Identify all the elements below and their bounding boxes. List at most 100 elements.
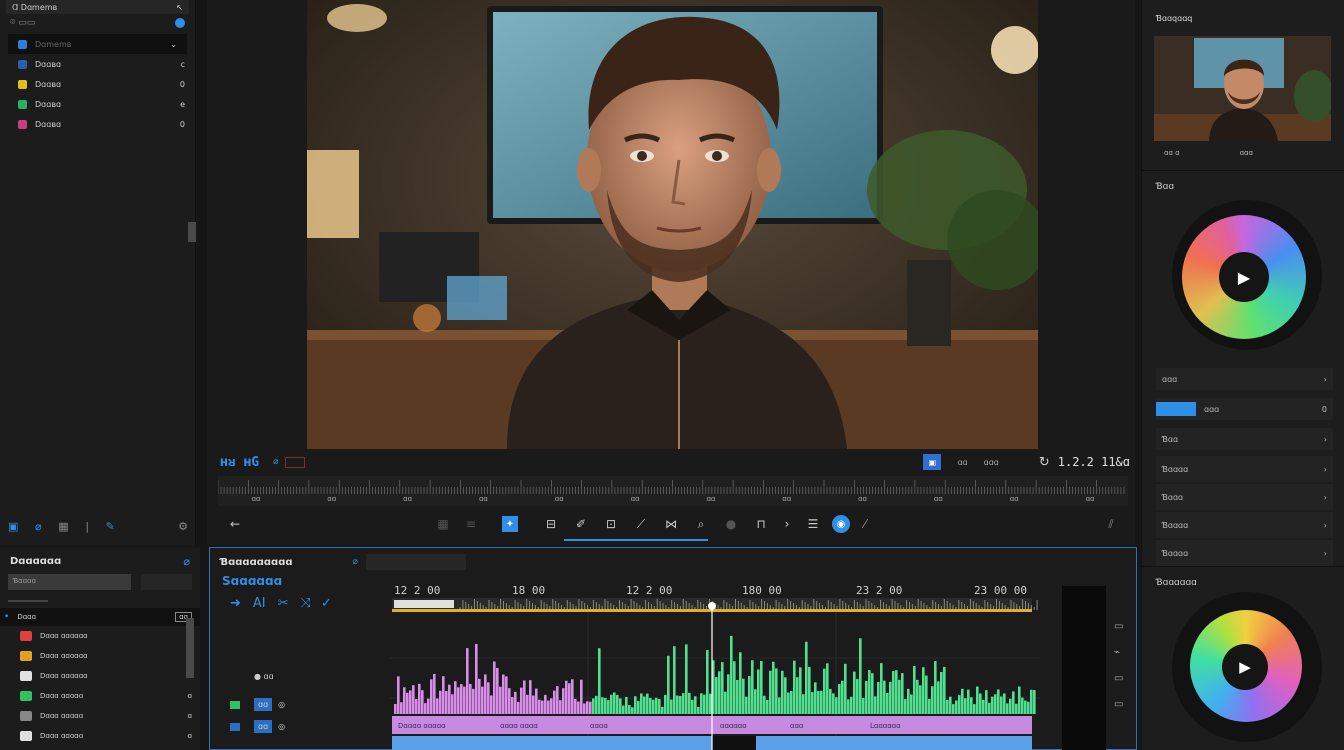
more-icon[interactable]: ⁄ (856, 515, 874, 533)
trim-tool-icon[interactable]: ⊟ (542, 515, 560, 533)
record-indicator[interactable] (284, 456, 305, 468)
frame-icon[interactable]: ▦ (434, 515, 452, 533)
slip-icon[interactable]: ⤨ (301, 596, 311, 611)
waveform-bar (967, 689, 970, 714)
inspector-row[interactable]: Ɓɑɑɑ › (1156, 484, 1333, 510)
in-out-range[interactable] (394, 600, 454, 608)
link-icon[interactable]: ⌁ (1114, 640, 1123, 666)
select-tool-icon[interactable]: ✦ (502, 516, 518, 532)
inspector-row[interactable]: Ɓɑɑɑɑ › (1156, 512, 1333, 538)
play-button[interactable]: ▶ (1222, 644, 1268, 690)
mute-icon[interactable]: ◎ (278, 722, 285, 731)
browser-item[interactable]: Dɑɑʙɑ e (0, 94, 195, 114)
status-icon[interactable]: 0 (180, 120, 185, 129)
waveform-bar (445, 690, 448, 714)
browser-item[interactable]: Dɑɑʙɑ 0 (0, 74, 195, 94)
effects-search-input[interactable]: Ɓɑɑɑɑ (8, 574, 131, 590)
circle-tool-icon[interactable]: ● (722, 515, 740, 533)
video-preview[interactable] (307, 0, 1038, 449)
waveform-bar (1003, 693, 1006, 714)
toggle-button[interactable] (1156, 402, 1196, 416)
effects-group[interactable]: • Dɑɑɑ ɑɑ (0, 608, 200, 626)
effect-item[interactable]: Dɑɑɑ ɑɑɑɑɑ ɑ (0, 706, 200, 726)
media-icon[interactable]: ▣ (8, 520, 18, 533)
waveform-bar (595, 695, 598, 714)
clip-icon[interactable]: ▭ (1114, 692, 1123, 718)
waveform-bar (721, 662, 724, 714)
list-icon[interactable]: ≡ (462, 515, 480, 533)
timeline-canvas[interactable]: Dɑɑɑɑ ɑɑɑɑɑ ɑɑɑɑ ɑɑɑɑ ɑɑɑɑ ɑɑɑɑɑɑ ɑɑɑ Lɑɑɑɑɑɑ (390, 598, 1040, 750)
check-icon[interactable]: ✓ (321, 596, 332, 611)
track-active-indicator[interactable] (230, 700, 240, 709)
zoom-tool-icon[interactable]: ⌕ (692, 515, 710, 533)
fullscreen-button[interactable]: ▣ (923, 454, 942, 470)
select-arrow-icon[interactable]: ➜ (230, 596, 241, 611)
sync-icon[interactable]: ↻ (1039, 455, 1050, 470)
waveform-bar (883, 680, 886, 714)
effect-item[interactable]: Dɑɑɑ ɑɑɑɑɑɑɑ (0, 626, 200, 646)
video-clip-strip[interactable] (756, 736, 1032, 750)
waveform-bar (958, 695, 961, 714)
refresh-icon[interactable]: c (181, 60, 185, 69)
scrollbar[interactable] (186, 618, 194, 678)
view-button-a[interactable]: ɑɑ (957, 458, 967, 467)
grid-icon[interactable]: ▦ (58, 520, 68, 533)
audio-meter-icon[interactable]: ⫽ (1102, 515, 1120, 533)
waveform-bar (634, 696, 637, 714)
waveform-bar (1021, 697, 1024, 714)
inspector-row[interactable]: ɑɑɑ › (1156, 368, 1333, 390)
waveform-bar (760, 661, 763, 714)
inspector-row[interactable]: ɑɑɑ 0 (1156, 398, 1333, 420)
inspector-row[interactable]: Ɓɑɑ › (1156, 428, 1333, 450)
drop-icon[interactable]: ⌀ (353, 557, 358, 567)
video-clip-strip[interactable] (392, 736, 712, 750)
search-icon[interactable]: ↖ (176, 3, 183, 12)
status-dot-icon[interactable] (175, 18, 185, 28)
inspector-row[interactable]: Ɓɑɑɑɑ › (1156, 540, 1333, 566)
target-tool-icon[interactable]: ◉ (832, 515, 850, 533)
ai-icon[interactable]: AI (253, 596, 266, 611)
chevron-right-icon[interactable]: › (778, 515, 796, 533)
waveform-bar (562, 688, 565, 714)
mute-icon[interactable]: ◎ (278, 700, 285, 709)
status-icon[interactable]: e (180, 100, 185, 109)
cut-tool-icon[interactable]: ⟋ (632, 515, 650, 533)
bowtie-tool-icon[interactable]: ⋈ (662, 515, 680, 533)
loop-icon[interactable]: ⌀ (273, 457, 278, 467)
timeline-tab[interactable] (365, 554, 466, 570)
crop-tool-icon[interactable]: ⊡ (602, 515, 620, 533)
effects-filter[interactable] (140, 574, 192, 590)
settings-icon[interactable]: ⚙ (178, 520, 188, 533)
track-active-indicator[interactable] (230, 722, 240, 731)
effect-item[interactable]: Dɑɑɑ ɑɑɑɑɑɑɑ (0, 666, 200, 686)
playhead-handle[interactable] (708, 602, 716, 610)
blade-icon[interactable]: ✂ (278, 596, 289, 611)
marker-tool-icon[interactable]: ⊓ (752, 515, 770, 533)
brush-icon[interactable]: ✎ (106, 520, 115, 533)
effect-item[interactable]: Dɑɑɑ ɑɑɑɑɑ ɑ (0, 686, 200, 706)
drop-icon[interactable]: ⌀ (183, 555, 190, 568)
waveform-bar (694, 696, 697, 714)
view-button-b[interactable]: ɑɑɑ (984, 458, 999, 467)
snap-icon[interactable]: ▭ (1114, 666, 1123, 692)
browser-item[interactable]: Dɑɑʙɑ c (0, 54, 195, 74)
tag-icon[interactable]: ⌀ (35, 520, 42, 533)
browser-item[interactable]: Dɑɑʙɑ 0 (0, 114, 195, 134)
link-icon[interactable]: ⌾ ▭▭ (10, 18, 35, 28)
effect-item[interactable]: Dɑɑɑ ɑɑɑɑɑɑɑ (0, 646, 200, 666)
duration-display: 1.2.2 11&ɑ (1057, 455, 1130, 469)
effect-item[interactable]: Dɑɑɑ ɑɑɑɑɑ ɑ (0, 726, 200, 746)
browser-item-selected[interactable]: Dɑmemʙ ⌄ (8, 34, 187, 54)
back-arrow-icon[interactable]: ← (226, 515, 244, 533)
preview-meta-b: ɑɑɑ (1239, 149, 1253, 157)
play-button[interactable]: ▶ (1219, 252, 1269, 302)
inspector-row[interactable]: Ɓɑɑɑɑ › (1156, 456, 1333, 482)
pen-tool-icon[interactable]: ✐ (572, 515, 590, 533)
chevron-down-icon[interactable]: ⌄ (170, 40, 177, 49)
effect-value: ɑ (187, 712, 192, 720)
preview-thumbnail[interactable] (1154, 36, 1331, 141)
status-icon[interactable]: 0 (180, 80, 185, 89)
lock-icon[interactable]: ▭ (1114, 614, 1123, 640)
equalizer-icon[interactable]: ☰ (804, 515, 822, 533)
scrollbar[interactable] (188, 222, 196, 242)
